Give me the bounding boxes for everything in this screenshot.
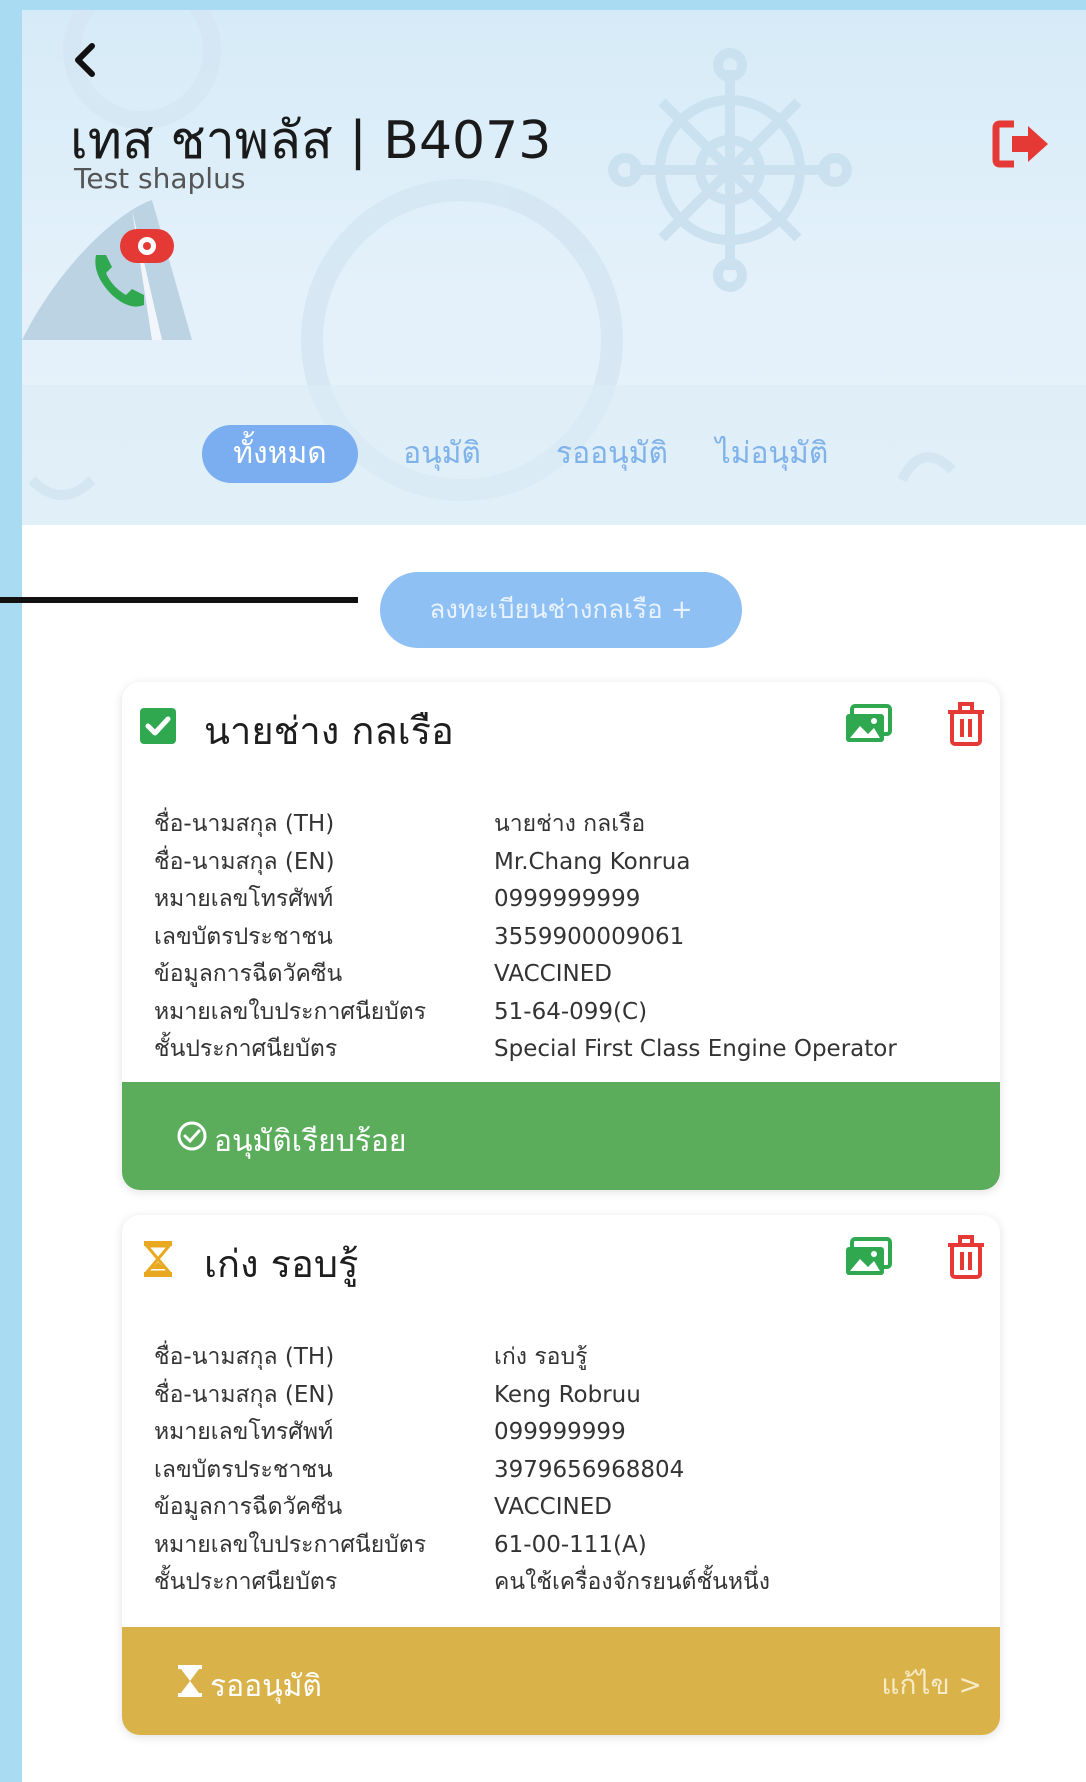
detail-row: หมายเลขใบประกาศนียบัตร 61-00-111(A) — [154, 1527, 954, 1565]
tab-pending[interactable]: รออนุมัติ — [542, 425, 682, 483]
field-value: Keng Robruu — [494, 1381, 641, 1408]
logout-button[interactable] — [992, 118, 1052, 170]
detail-row: ชื่อ-นามสกุล (EN) Keng Robruu — [154, 1377, 954, 1415]
field-value: VACCINED — [494, 1494, 612, 1520]
field-label: ข้อมูลการฉีดวัคซีน — [154, 961, 343, 987]
engineer-card: เก่ง รอบรู้ ชื่อ-นามสกุล (TH) เก่ง รอบรู้… — [122, 1215, 1000, 1735]
detail-row: ชื่อ-นามสกุล (TH) เก่ง รอบรู้ — [154, 1339, 954, 1377]
call-button[interactable] — [82, 225, 182, 315]
status-text: อนุมัติเรียบร้อย — [214, 1124, 407, 1159]
photo-button[interactable] — [844, 1237, 894, 1277]
engineer-name: นายช่าง กลเรือ — [204, 709, 454, 753]
image-icon — [846, 704, 892, 742]
engineer-card: นายช่าง กลเรือ ชื่อ-นามสกุล (TH) นายช่าง … — [122, 682, 1000, 1190]
trash-icon — [948, 1235, 984, 1279]
delete-button[interactable] — [946, 702, 986, 746]
field-label: ข้อมูลการฉีดวัคซีน — [154, 1494, 343, 1520]
field-label: ชื่อ-นามสกุล (EN) — [154, 848, 335, 875]
engineer-details: ชื่อ-นามสกุล (TH) เก่ง รอบรู้ ชื่อ-นามสกุ… — [154, 1339, 954, 1602]
field-value: 0999999999 — [494, 886, 641, 912]
hourglass-icon — [138, 1239, 178, 1279]
register-engineer-button[interactable]: ลงทะเบียนช่างกลเรือ + — [380, 572, 742, 648]
filter-tabs: ทั้งหมด อนุมัติ รออนุมัติ ไม่อนุมัติ — [22, 385, 1086, 525]
tab-all[interactable]: ทั้งหมด — [202, 425, 358, 483]
field-value: นายช่าง กลเรือ — [494, 811, 646, 837]
image-icon — [846, 1237, 892, 1275]
field-value: เก่ง รอบรู้ — [494, 1344, 588, 1370]
trash-icon — [948, 702, 984, 746]
detail-row: ชื่อ-นามสกุล (TH) นายช่าง กลเรือ — [154, 806, 954, 844]
field-label: หมายเลขใบประกาศนียบัตร — [154, 998, 427, 1025]
detail-row: ชั้นประกาศนียบัตร คนใช้เครื่องจักรยนต์ชั้… — [154, 1564, 954, 1602]
field-label: ชื่อ-นามสกุล (TH) — [154, 1344, 335, 1370]
detail-row: หมายเลขใบประกาศนียบัตร 51-64-099(C) — [154, 994, 954, 1032]
field-label: หมายเลขโทรศัพท์ — [154, 886, 334, 912]
detail-row: เลขบัตรประชาชน 3559900009061 — [154, 919, 954, 957]
phone-icon — [95, 229, 174, 307]
status-banner-pending: รออนุมัติ แก้ไข > — [122, 1627, 1000, 1735]
field-label: ชื่อ-นามสกุล (TH) — [154, 811, 335, 837]
logout-icon — [992, 120, 1048, 168]
tab-rejected[interactable]: ไม่อนุมัติ — [702, 425, 842, 483]
detail-row: หมายเลขโทรศัพท์ 099999999 — [154, 1414, 954, 1452]
edit-link[interactable]: แก้ไข > — [881, 1663, 982, 1707]
back-button[interactable] — [70, 40, 114, 84]
detail-row: ชื่อ-นามสกุล (EN) Mr.Chang Konrua — [154, 844, 954, 882]
tab-approved[interactable]: อนุมัติ — [392, 425, 492, 483]
detail-row: หมายเลขโทรศัพท์ 0999999999 — [154, 881, 954, 919]
field-value: 51-64-099(C) — [494, 998, 648, 1025]
field-value: Mr.Chang Konrua — [494, 848, 691, 875]
chevron-left-icon — [75, 43, 95, 77]
field-value: คนใช้เครื่องจักรยนต์ชั้นหนึ่ง — [494, 1569, 770, 1595]
detail-row: เลขบัตรประชาชน 3979656968804 — [154, 1452, 954, 1490]
annotation-pointer-line — [0, 597, 358, 603]
field-label: ชั้นประกาศนียบัตร — [154, 1569, 338, 1595]
field-value: Special First Class Engine Operator — [494, 1036, 897, 1062]
header: เทส ชาพลัส | B4073 Test shaplus ทั้งหมด … — [22, 10, 1086, 525]
field-value: 3559900009061 — [494, 923, 685, 950]
field-value: VACCINED — [494, 961, 612, 987]
check-circle-icon — [176, 1120, 208, 1152]
field-label: เลขบัตรประชาชน — [154, 1456, 333, 1483]
delete-button[interactable] — [946, 1235, 986, 1279]
hourglass-icon — [176, 1665, 208, 1697]
status-text: รออนุมัติ — [210, 1669, 322, 1704]
field-value: 099999999 — [494, 1419, 626, 1445]
status-banner-approved: อนุมัติเรียบร้อย — [122, 1082, 1000, 1190]
field-label: หมายเลขใบประกาศนียบัตร — [154, 1531, 427, 1558]
field-label: เลขบัตรประชาชน — [154, 923, 333, 950]
field-label: หมายเลขโทรศัพท์ — [154, 1419, 334, 1445]
field-value: 3979656968804 — [494, 1456, 685, 1483]
detail-row: ข้อมูลการฉีดวัคซีน VACCINED — [154, 1489, 954, 1527]
app-screen: เทส ชาพลัส | B4073 Test shaplus ทั้งหมด … — [22, 10, 1086, 1782]
engineer-name: เก่ง รอบรู้ — [204, 1242, 359, 1286]
detail-row: ชั้นประกาศนียบัตร Special First Class Eng… — [154, 1031, 954, 1069]
field-label: ชื่อ-นามสกุล (EN) — [154, 1381, 335, 1408]
field-label: ชั้นประกาศนียบัตร — [154, 1036, 338, 1062]
photo-button[interactable] — [844, 704, 894, 744]
detail-row: ข้อมูลการฉีดวัคซีน VACCINED — [154, 956, 954, 994]
check-icon — [138, 706, 178, 746]
engineer-details: ชื่อ-นามสกุล (TH) นายช่าง กลเรือ ชื่อ-นาม… — [154, 806, 954, 1069]
field-value: 61-00-111(A) — [494, 1531, 647, 1558]
page-subtitle: Test shaplus — [74, 162, 246, 195]
